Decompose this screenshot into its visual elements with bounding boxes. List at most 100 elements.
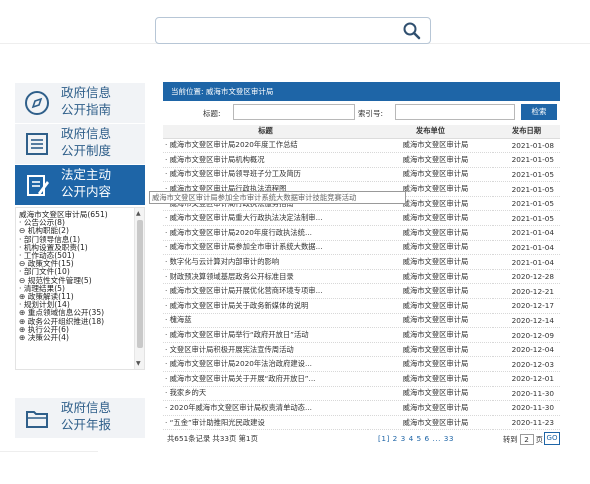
row-unit: 威海市文登区审计局 [368,371,493,387]
table-row[interactable]: · 威海市文登区审计局2020年度行政执法统... 威海市文登区审计局 2021-0… [163,225,560,241]
row-title[interactable]: · 威海市文登区审计局领导班子分工及简历 [163,167,368,183]
row-unit: 威海市文登区审计局 [368,386,493,402]
table-row[interactable]: · 文登区审计局积极开展宪法宣传周活动 威海市文登区审计局 2020-12-04 [163,342,560,358]
scroll-up-icon[interactable]: ▲ [136,210,141,217]
row-unit: 威海市文登区审计局 [368,327,493,343]
title-tooltip: 威海市文登区审计局参加全市审计系统大数据审计技能竞赛活动 [149,191,406,204]
row-date: 2021-01-04 [493,240,560,256]
row-title[interactable]: · 威海市文登区审计局参加全市审计系统大数据... [163,240,368,256]
tree-item[interactable]: ⊕ 决策公开(4) [19,333,132,342]
go-button[interactable]: GO [544,432,560,446]
row-title[interactable]: · 威海市文登区审计局机构概况 [163,152,368,168]
table-row[interactable]: · 威海市文登区审计局关于政务新媒体的说明 威海市文登区审计局 2020-12-17 [163,298,560,314]
title-label: 标题: [203,109,221,118]
row-unit: 威海市文登区审计局 [368,400,493,416]
row-date: 2021-01-05 [493,152,560,168]
row-date: 2021-01-04 [493,254,560,270]
row-title[interactable]: · 财政预决算领域基层政务公开标准目录 [163,269,368,285]
table-row[interactable]: · 槐海蓝 威海市文登区审计局 2020-12-14 [163,313,560,329]
row-unit: 威海市文登区审计局 [368,298,493,314]
row-title[interactable]: · 威海市文登区审计局关于政务新媒体的说明 [163,298,368,314]
goto-control: 转到 2 页 [503,434,543,446]
table-row[interactable]: · 威海市文登区审计局2020年法治政府建设... 威海市文登区审计局 2020-1… [163,356,560,372]
table-row[interactable]: · 威海市文登区审计局关于开展“政府开放日”... 威海市文登区审计局 2020-1… [163,371,560,387]
row-title[interactable]: · 威海市文登区审计局重大行政执法决定法制审... [163,210,368,227]
scroll-thumb[interactable] [137,220,143,348]
row-unit: 威海市文登区审计局 [368,313,493,329]
table-row[interactable]: · 数字化与云计算对内部审计的影响 威海市文登区审计局 2021-01-04 [163,254,560,270]
row-date: 2020-11-30 [493,386,560,402]
row-title[interactable]: · 威海市文登区审计局2020年度行政执法统... [163,225,368,241]
column-unit: 发布单位 [368,125,493,139]
goto-page-input[interactable]: 2 [519,434,534,446]
search-icon[interactable] [402,21,422,41]
search-button[interactable]: 检索 [521,104,557,120]
row-title[interactable]: · 文登区审计局积极开展宪法宣传周活动 [163,342,368,358]
table-row[interactable]: · 威海市文登区审计局重大行政执法决定法制审... 威海市文登区审计局 2021-0… [163,210,560,227]
row-title[interactable]: · 威海市文登区审计局2020年法治政府建设... [163,356,368,372]
row-title[interactable]: · 我家乡的天 [163,386,368,402]
main-panel: 当前位置: 威海市文登区审计局 标题: 索引号: 检索 标题 发布单位 发布日期… [163,82,560,468]
row-date: 2020-12-28 [493,269,560,285]
page-links[interactable]: [1] 2 3 4 5 6 ... 33 [378,434,454,443]
row-date: 2020-11-30 [493,400,560,416]
row-date: 2021-01-05 [493,167,560,183]
table-row[interactable]: · 威海市文登区审计局开展优化营商环境专项审... 威海市文登区审计局 2020-1… [163,283,560,300]
row-title[interactable]: · 威海市文登区审计局开展优化营商环境专项审... [163,283,368,300]
row-title[interactable]: · 威海市文登区审计局2020年度工作总结 [163,138,368,154]
row-date: 2020-12-14 [493,313,560,329]
goto-suffix: 页 [535,435,543,445]
row-title[interactable]: · 威海市文登区审计局关于开展“政府开放日”... [163,371,368,387]
table-row[interactable]: · 威海市文登区审计局参加全市审计系统大数据... 威海市文登区审计局 2021-0… [163,240,560,256]
nav-annual-label: 政府信息 公开年报 [61,400,112,432]
row-unit: 威海市文登区审计局 [368,415,493,431]
row-unit: 威海市文登区审计局 [368,254,493,270]
nav-system[interactable]: 政府信息 公开制度 [15,124,145,164]
row-date: 2021-01-05 [493,210,560,227]
pager: 共651条记录 共33页 第1页 [1] 2 3 4 5 6 ... 33 转到… [163,430,560,446]
row-title[interactable]: · 2020年威海市文登区审计局权责清单动态... [163,400,368,416]
tree-scrollbar[interactable]: ▲ ▼ [134,208,144,369]
table-header: 标题 发布单位 发布日期 [163,125,560,139]
table-row[interactable]: · 威海市文登区审计局领导班子分工及简历 威海市文登区审计局 2021-01-05 [163,167,560,183]
title-input[interactable] [233,104,355,120]
table-row[interactable]: · 威海市文登区审计局举行“政府开放日”活动 威海市文登区审计局 2020-12-0… [163,327,560,343]
table-row[interactable]: · 财政预决算领域基层政务公开标准目录 威海市文登区审计局 2020-12-28 [163,269,560,285]
nav-statutory[interactable]: 法定主动 公开内容 [15,165,145,205]
column-title: 标题 [163,125,368,139]
table-row[interactable]: · “五金”审计助推阳光民政建设 威海市文登区审计局 2020-11-23 [163,415,560,431]
table-row[interactable]: · 威海市文登区审计局机构概况 威海市文登区审计局 2021-01-05 [163,152,560,168]
table-row[interactable]: · 我家乡的天 威海市文登区审计局 2020-11-30 [163,386,560,402]
nav-guide-label: 政府信息 公开指南 [61,85,112,117]
compass-icon [25,91,49,115]
row-date: 2020-12-09 [493,327,560,343]
row-unit: 威海市文登区审计局 [368,269,493,285]
footer-divider [0,451,98,452]
nav-guide[interactable]: 政府信息 公开指南 [15,83,145,123]
row-unit: 威海市文登区审计局 [368,138,493,154]
row-title[interactable]: · 威海市文登区审计局举行“政府开放日”活动 [163,327,368,343]
table-row[interactable]: · 威海市文登区审计局2020年度工作总结 威海市文登区审计局 2021-01-08 [163,138,560,154]
row-date: 2020-12-03 [493,356,560,372]
index-input[interactable] [395,104,515,120]
row-title[interactable]: · 数字化与云计算对内部审计的影响 [163,254,368,270]
breadcrumb: 当前位置: 威海市文登区审计局 [163,82,560,101]
row-unit: 威海市文登区审计局 [368,240,493,256]
row-date: 2021-01-04 [493,225,560,241]
goto-prefix: 转到 [503,435,518,445]
tree-list: 威海市文登区审计局(651) · 公告公示(8) ⊖ 机构职能(2) · 部门领导信… [19,210,132,342]
edit-document-icon [27,175,49,196]
row-unit: 威海市文登区审计局 [368,225,493,241]
document-table: 标题 发布单位 发布日期 · 威海市文登区审计局2020年度工作总结 威海市文登区… [163,125,560,431]
nav-system-label: 政府信息 公开制度 [61,126,112,158]
table-row[interactable]: · 2020年威海市文登区审计局权责清单动态... 威海市文登区审计局 2020-1… [163,400,560,416]
scroll-down-icon[interactable]: ▼ [136,360,141,367]
filter-row: 标题: 索引号: 检索 [163,101,560,125]
pager-summary: 共651条记录 共33页 第1页 [167,434,258,444]
row-date: 2021-01-05 [493,181,560,197]
row-title[interactable]: · 槐海蓝 [163,313,368,329]
search-box[interactable] [155,17,431,44]
nav-annual[interactable]: 政府信息 公开年报 [15,398,145,438]
row-title[interactable]: · “五金”审计助推阳光民政建设 [163,415,368,431]
row-unit: 威海市文登区审计局 [368,167,493,183]
